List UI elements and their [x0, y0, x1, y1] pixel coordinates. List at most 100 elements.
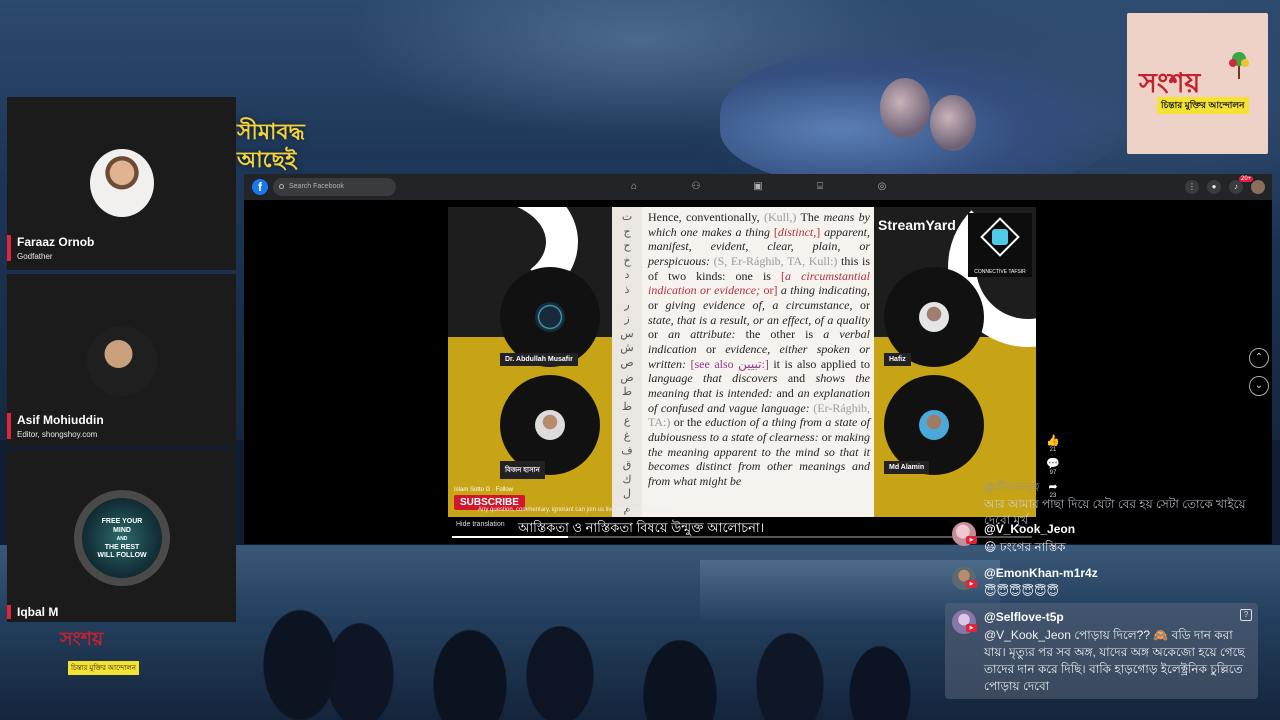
- video-progress-fill: [452, 536, 568, 538]
- page-tag: Islam Sotto G · Follow: [454, 487, 514, 493]
- watch-icon[interactable]: ▣: [751, 180, 765, 194]
- notifications-icon[interactable]: ♪: [1229, 180, 1243, 194]
- youtube-icon: ▶: [966, 580, 977, 588]
- chat-faded-message: @জীবনতত্ত্ব আর আমার পাছা দিয়ে যেটা বের …: [984, 480, 1264, 528]
- shongshoy-logo: সংশয় চিন্তার মুক্তির আন্দোলন: [1127, 13, 1268, 154]
- youtube-icon: ▶: [966, 624, 977, 632]
- speaker-label: Dr. Abdullah Musafir: [500, 353, 578, 366]
- logo-tagline: চিন্তার মুক্তির আন্দোলন: [1157, 97, 1249, 114]
- speaker-circle: [500, 267, 600, 367]
- avatar: [87, 326, 157, 396]
- avatar: FREE YOUR MIND AND THE REST WILL FOLLOW: [74, 490, 170, 586]
- facebook-search-input[interactable]: Search Facebook: [273, 178, 396, 196]
- caption-bar: Hide translation আস্তিকতা ও নাস্তিকতা বি…: [448, 517, 1036, 539]
- participant-name: Faraaz Ornob: [17, 235, 95, 249]
- menu-grid-icon[interactable]: ⋮: [1185, 180, 1199, 194]
- connective-tafsir-logo: CONNECTIVE TAFSIR: [968, 213, 1032, 277]
- participant-nameplate: Asif Mohiuddin Editor, shongshoy.com: [7, 413, 104, 439]
- streamyard-brand: StreamYard: [878, 217, 956, 233]
- tafsir-mark-center: [992, 229, 1008, 245]
- arabic-letter: ق: [622, 458, 632, 472]
- tafsir-label: CONNECTIVE TAFSIR: [974, 269, 1026, 275]
- arabic-letter: ل: [623, 487, 631, 501]
- video-stage[interactable]: Dr. Abdullah Musafir বিজন হাসান Hafiz Md…: [448, 207, 1036, 517]
- avatar-text: FREE YOUR: [101, 518, 143, 525]
- avatar-text: WILL FOLLOW: [97, 552, 147, 559]
- avatar: [919, 302, 949, 332]
- arabic-letter-index: تجحخدذرزسشصضطظعغفقكلم: [612, 207, 642, 517]
- arabic-letter: خ: [623, 253, 631, 267]
- comment-count: 97: [1049, 470, 1057, 476]
- gaming-icon[interactable]: ◎: [875, 180, 889, 194]
- arabic-letter: ز: [624, 312, 630, 326]
- arabic-letter: س: [620, 326, 634, 340]
- arabic-letter: ف: [621, 443, 633, 457]
- speaker-label: Hafiz: [884, 353, 911, 366]
- avatar-text: AND: [116, 536, 128, 542]
- participant-nameplate: Iqbal M: [7, 605, 58, 619]
- chat-message-text: @V_Kook_Jeon পোড়ায় দিলে?? 🙈 বডি দান কর…: [984, 628, 1245, 693]
- chevron-down-icon[interactable]: ⌄: [1249, 376, 1269, 396]
- chat-username: @EmonKhan-m1r4z: [984, 566, 1098, 580]
- dictionary-text: Hence, conventionally, (Kull,) The means…: [648, 210, 871, 488]
- help-icon[interactable]: ?: [1240, 609, 1252, 621]
- avatar: [535, 302, 565, 332]
- background-bangla-text: সীমাবদ্ধ আছেই: [237, 118, 305, 174]
- arabic-letter: ع: [623, 414, 631, 428]
- like-icon[interactable]: 👍: [1044, 434, 1062, 447]
- arabic-letter: ط: [621, 385, 633, 399]
- background-face: [880, 78, 930, 138]
- arabic-letter: ظ: [621, 399, 633, 413]
- marketplace-icon[interactable]: ⌸: [813, 180, 827, 194]
- speaker-circle: [884, 375, 984, 475]
- arabic-letter: غ: [623, 428, 631, 442]
- speaker-circle: [884, 267, 984, 367]
- background-line: আছেই: [237, 147, 297, 172]
- arabic-letter: ش: [620, 341, 634, 355]
- chat-message-text: 😇😇😇😇😇😇: [984, 584, 1060, 598]
- background-line: সীমাবদ্ধ: [237, 119, 305, 144]
- messenger-icon[interactable]: ●: [1207, 180, 1221, 194]
- participant-tile[interactable]: Asif Mohiuddin Editor, shongshoy.com: [7, 274, 236, 446]
- home-icon[interactable]: ⌂: [627, 180, 641, 194]
- shongshoy-logo-small: সংশয় চিন্তার মুক্তির আন্দোলন: [60, 625, 152, 675]
- arabic-letter: ض: [620, 370, 634, 384]
- search-icon: [279, 184, 284, 189]
- youtube-icon: ▶: [966, 536, 977, 544]
- arabic-letter: ج: [623, 224, 631, 238]
- dictionary-page: تجحخدذرزسشصضطظعغفقكلم Hence, conventiona…: [612, 207, 874, 517]
- chat-username: @জীবনতত্ত্ব: [984, 482, 1040, 493]
- facebook-logo-icon[interactable]: f: [252, 179, 268, 195]
- comment-icon[interactable]: 💬: [1044, 457, 1062, 470]
- hide-translation-button[interactable]: Hide translation: [456, 521, 505, 528]
- facebook-top-bar: f Search Facebook ⌂ ⚇ ▣ ⌸ ◎ ⋮ ● ♪ 20+: [244, 174, 1272, 200]
- chat-username: @Selflove-t5p: [984, 610, 1064, 624]
- tree-icon: [1229, 52, 1249, 79]
- profile-avatar[interactable]: [1251, 180, 1265, 194]
- chevron-up-icon[interactable]: ⌃: [1249, 348, 1269, 368]
- video-progress-bar[interactable]: [452, 536, 1032, 538]
- avatar: [535, 410, 565, 440]
- chat-username: @V_Kook_Jeon: [984, 522, 1076, 536]
- logo-name: সংশয়: [60, 629, 104, 650]
- speaker-circle: [500, 375, 600, 475]
- participant-nameplate: Faraaz Ornob Godfather: [7, 235, 94, 261]
- friends-icon[interactable]: ⚇: [689, 180, 703, 194]
- avatar: [919, 410, 949, 440]
- arabic-letter: ك: [622, 472, 632, 486]
- notification-badge: 20+: [1239, 176, 1254, 182]
- participant-role: Godfather: [17, 252, 53, 261]
- arabic-letter: ر: [624, 297, 630, 311]
- chat-message-text: 😃 ঢংগের নাস্তিক: [984, 540, 1066, 554]
- arabic-letter: ذ: [624, 282, 630, 296]
- arabic-letter: ت: [621, 210, 633, 223]
- arabic-letter: د: [624, 268, 630, 282]
- participant-name: Asif Mohiuddin: [17, 413, 104, 427]
- speaker-label: বিজন হাসান: [500, 461, 545, 479]
- like-count: 21: [1049, 447, 1057, 453]
- participant-tile[interactable]: FREE YOUR MIND AND THE REST WILL FOLLOW …: [7, 450, 236, 622]
- participant-tile[interactable]: Faraaz Ornob Godfather: [7, 97, 236, 270]
- avatar-text: MIND: [113, 526, 131, 534]
- promo-text: Any question, commentary, ignorant can j…: [478, 507, 679, 513]
- search-placeholder: Search Facebook: [289, 183, 344, 190]
